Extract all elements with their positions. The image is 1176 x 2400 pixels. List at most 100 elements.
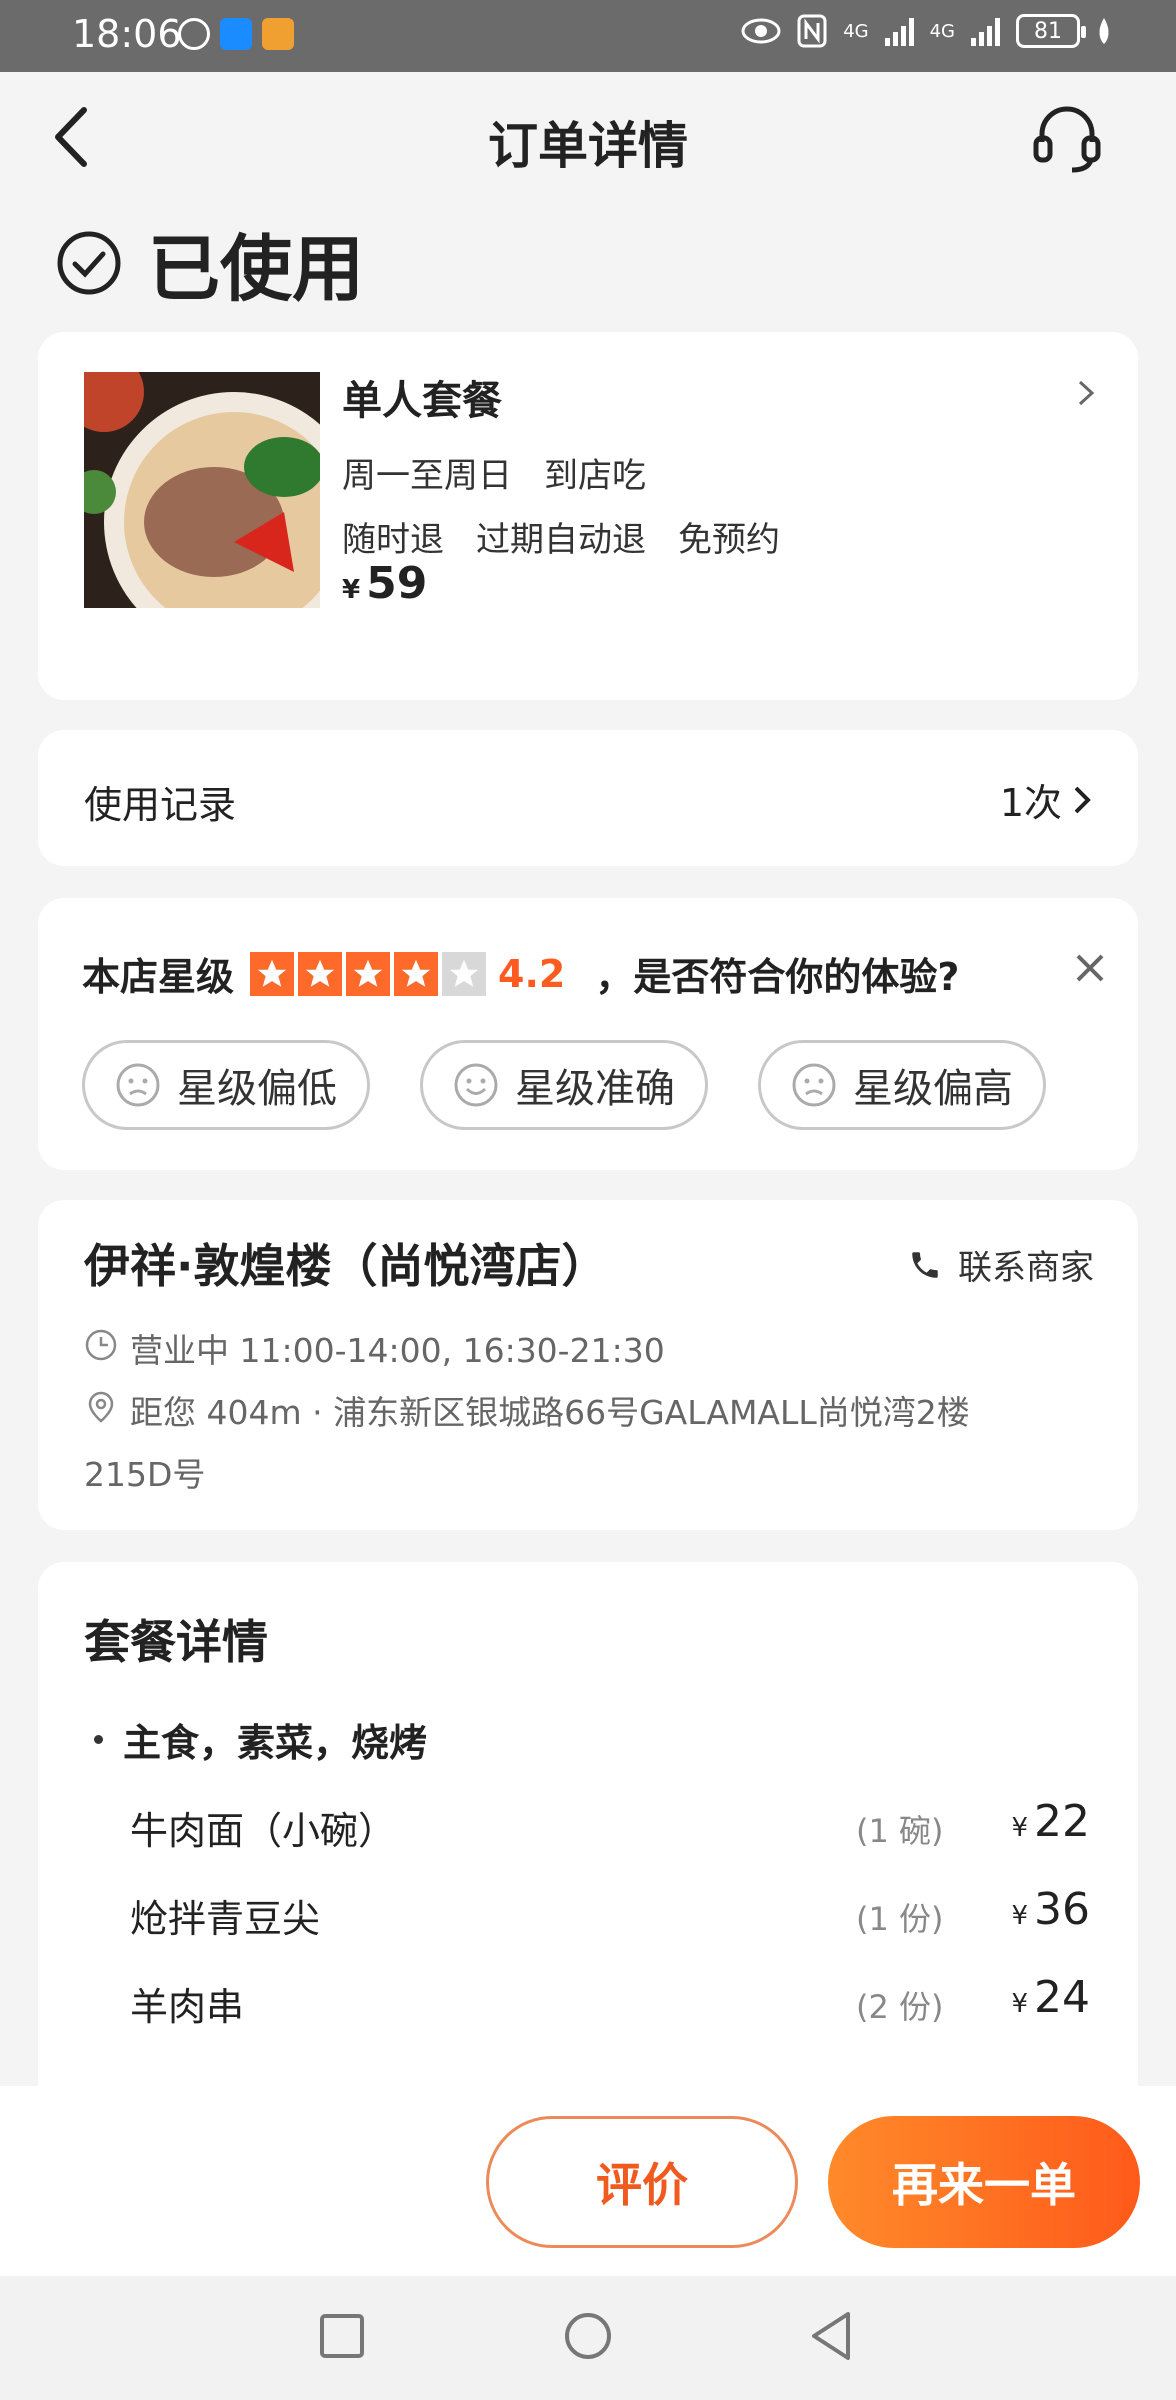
star-empty-icon (442, 951, 487, 996)
product-image (84, 372, 320, 608)
battery-level: 81 (1034, 18, 1062, 44)
currency-symbol: ¥ (1011, 1989, 1028, 2019)
weather-app-icon (220, 18, 252, 50)
phone-icon (912, 1251, 938, 1278)
rating-line: 本店星级 4.2 ，是否符合你的体验? (82, 946, 959, 1001)
happy-face-icon (454, 1063, 498, 1107)
recent-apps-icon[interactable] (312, 2306, 372, 2366)
product-tag: 到店吃 (544, 456, 646, 496)
currency-symbol: ¥ (1011, 1901, 1028, 1931)
status-bar: 18:06 4G 4G 81 (0, 0, 1176, 72)
contact-merchant-button[interactable]: 联系商家 (908, 1240, 1094, 1289)
package-item-price: ¥24 (1011, 1972, 1090, 2023)
package-item: 炝拌青豆尖 (1 份) ¥36 (130, 1882, 1090, 1942)
system-nav-bar (0, 2276, 1176, 2400)
usage-count-text: 1次 (999, 781, 1062, 825)
price-value: 59 (366, 558, 428, 609)
package-category-text: 主食，素菜，烧烤 (123, 1721, 428, 1765)
star-filled-icon (298, 951, 343, 996)
price-value: 22 (1034, 1796, 1090, 1847)
package-item-qty: (1 份) (856, 1900, 944, 1938)
unhappy-face-icon (792, 1063, 836, 1107)
signal-icon-b (971, 16, 1000, 46)
back-nav-icon[interactable] (802, 2306, 862, 2366)
clock-icon (85, 1329, 117, 1361)
page-header: 订单详情 (0, 72, 1176, 202)
package-title: 套餐详情 (84, 1615, 268, 1669)
home-icon[interactable] (558, 2306, 618, 2366)
bottom-action-bar: 评价 再来一单 (0, 2086, 1176, 2276)
chevron-right-icon (1074, 786, 1091, 813)
package-item-name: 牛肉面（小碗） (130, 1809, 397, 1853)
bullet-dot (94, 1735, 103, 1744)
price-value: 24 (1034, 1972, 1090, 2023)
product-tag: 免预约 (678, 520, 780, 560)
signal-icon-a (884, 16, 914, 46)
rating-question: ，是否符合你的体验? (595, 955, 960, 999)
battery-icon: 81 (1016, 14, 1086, 48)
notification-icons (178, 18, 294, 50)
store-info-card: 伊祥·敦煌楼（尚悦湾店） 联系商家 营业中 11:00-14:00, 16:30… (38, 1200, 1138, 1530)
order-status-text: 已使用 (148, 227, 365, 311)
product-title: 单人套餐 (342, 378, 502, 424)
rating-stars (250, 951, 487, 996)
package-item-name: 炝拌青豆尖 (130, 1897, 321, 1941)
contact-label: 联系商家 (958, 1248, 1094, 1288)
network-type-a: 4G (843, 20, 869, 42)
chip-label: 星级偏高 (853, 1066, 1013, 1112)
rating-chip-low[interactable]: 星级偏低 (82, 1040, 370, 1130)
customer-service-icon[interactable] (1030, 102, 1104, 176)
status-time: 18:06 (72, 12, 182, 56)
unhappy-face-icon (116, 1063, 160, 1107)
usage-record-row[interactable]: 使用记录 1次 (38, 730, 1138, 866)
nfc-icon (797, 14, 827, 48)
usage-count: 1次 (1000, 772, 1092, 827)
rating-score: 4.2 (498, 951, 566, 996)
eye-icon (741, 18, 781, 44)
reorder-button[interactable]: 再来一单 (828, 2116, 1140, 2248)
rating-chip-high[interactable]: 星级偏高 (758, 1040, 1046, 1130)
chevron-right-icon (1078, 380, 1095, 406)
page-title: 订单详情 (488, 117, 688, 175)
product-tags-usage: 周一至周日 到店吃 (342, 448, 646, 497)
store-address[interactable]: 距您 404m · 浦东新区银城路66号GALAMALL尚悦湾2楼 (84, 1386, 970, 1434)
usage-record-label: 使用记录 (84, 783, 237, 827)
store-hours: 营业中 11:00-14:00, 16:30-21:30 (84, 1324, 665, 1372)
currency-symbol: ¥ (342, 575, 361, 605)
status-right: 4G 4G 81 (741, 14, 1112, 48)
review-button[interactable]: 评价 (486, 2116, 798, 2248)
product-tag: 过期自动退 (476, 520, 646, 560)
leaf-icon (1099, 18, 1109, 44)
network-type-b: 4G (929, 20, 955, 42)
package-category: 主食，素菜，烧烤 (94, 1712, 427, 1767)
price-value: 36 (1034, 1884, 1090, 1935)
package-details-card: 套餐详情 主食，素菜，烧烤 牛肉面（小碗） (1 碗) ¥22 炝拌青豆尖 (1… (38, 1562, 1138, 2122)
location-pin-icon (88, 1391, 114, 1423)
check-circle-icon (57, 231, 121, 294)
order-status: 已使用 (56, 210, 364, 315)
product-tags-refund: 随时退 过期自动退 免预约 (342, 512, 780, 561)
package-item-qty: (2 份) (856, 1988, 944, 2026)
store-address-line2: 215D号 (84, 1455, 206, 1494)
store-rating-card: 本店星级 4.2 ，是否符合你的体验? 星级偏低 星级准确 星级偏高 (38, 898, 1138, 1170)
package-item-qty: (1 碗) (856, 1812, 944, 1850)
package-item: 羊肉串 (2 份) ¥24 (130, 1970, 1090, 2030)
chip-label: 星级准确 (515, 1066, 675, 1112)
chip-label: 星级偏低 (177, 1066, 337, 1112)
rating-label: 本店星级 (82, 955, 235, 999)
package-item-name: 羊肉串 (130, 1985, 245, 2029)
star-filled-icon (250, 951, 295, 996)
product-tag: 随时退 (342, 520, 444, 560)
package-item-price: ¥22 (1011, 1796, 1090, 1847)
close-icon[interactable] (1072, 950, 1108, 986)
store-address-line1: 距您 404m · 浦东新区银城路66号GALAMALL尚悦湾2楼 (130, 1393, 970, 1432)
currency-symbol: ¥ (1011, 1813, 1028, 1843)
product-tag: 周一至周日 (342, 456, 512, 496)
product-card[interactable]: 单人套餐 周一至周日 到店吃 随时退 过期自动退 免预约 ¥ 59 (38, 332, 1138, 700)
package-item: 牛肉面（小碗） (1 碗) ¥22 (130, 1794, 1090, 1854)
store-hours-text: 营业中 11:00-14:00, 16:30-21:30 (130, 1331, 665, 1370)
star-filled-icon (346, 951, 391, 996)
hand-icon (178, 18, 210, 50)
store-name[interactable]: 伊祥·敦煌楼（尚悦湾店） (84, 1230, 607, 1296)
rating-chip-accurate[interactable]: 星级准确 (420, 1040, 708, 1130)
